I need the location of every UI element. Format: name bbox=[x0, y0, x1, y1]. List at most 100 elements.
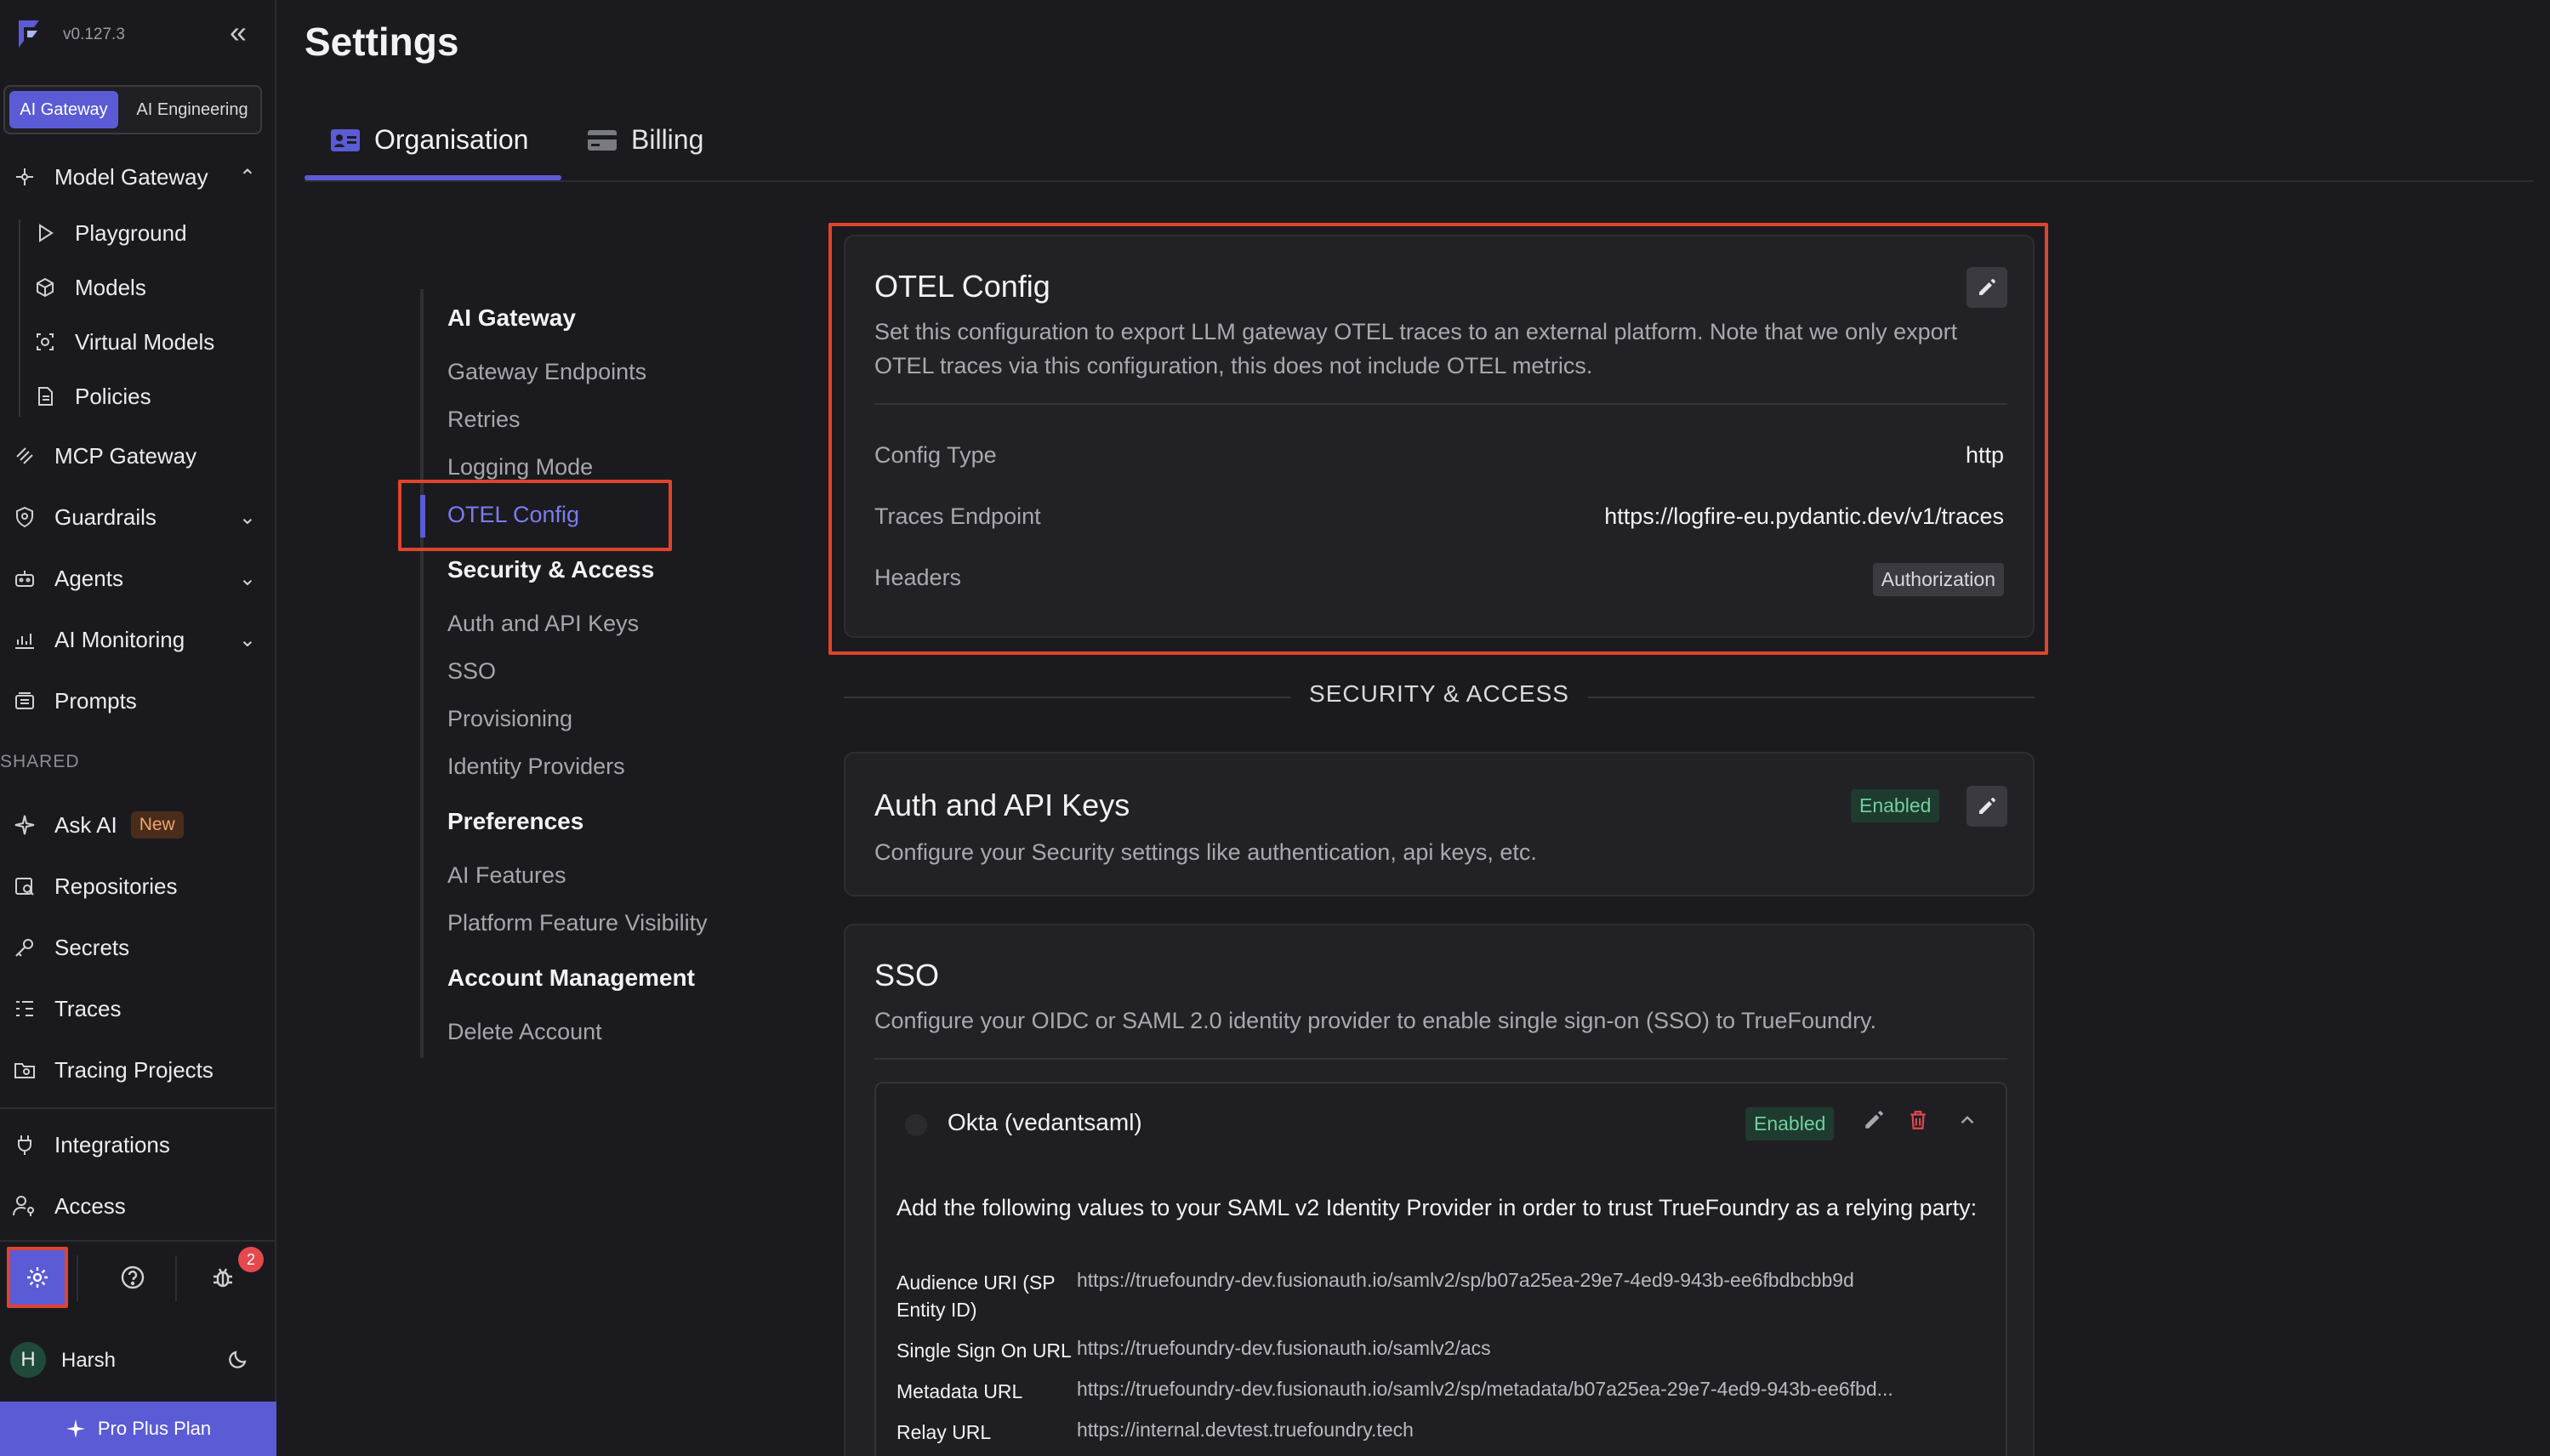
settings-nav-gateway-endpoints[interactable]: Gateway Endpoints bbox=[447, 359, 646, 385]
sidebar-item-playground[interactable]: Playground bbox=[0, 209, 276, 257]
avatar: H bbox=[10, 1342, 46, 1378]
card-description: Configure your Security settings like au… bbox=[874, 839, 1537, 865]
sidebar-item-access[interactable]: Access bbox=[0, 1182, 276, 1230]
sidebar-item-traces[interactable]: Traces bbox=[0, 985, 276, 1032]
sidebar-item-models[interactable]: Models bbox=[0, 264, 276, 311]
tab-label: Organisation bbox=[374, 124, 529, 155]
collapse-sidebar-icon[interactable]: « bbox=[230, 17, 247, 48]
settings-nav-platform-feature-visibility[interactable]: Platform Feature Visibility bbox=[447, 910, 708, 936]
virtual-model-icon bbox=[32, 329, 58, 355]
sso-url-value[interactable]: https://truefoundry-dev.fusionauth.io/sa… bbox=[1077, 1337, 1987, 1360]
chevron-up-icon[interactable]: ⌃ bbox=[239, 165, 256, 190]
sidebar-item-model-gateway[interactable]: Model Gateway ⌃ bbox=[0, 153, 276, 201]
sidebar-item-label: Secrets bbox=[54, 934, 130, 960]
settings-nav-heading-security-access[interactable]: Security & Access bbox=[447, 556, 654, 583]
config-type-value: http bbox=[1965, 442, 2004, 468]
sidebar-item-mcp-gateway[interactable]: MCP Gateway bbox=[0, 432, 276, 480]
settings-nav-ai-features[interactable]: AI Features bbox=[447, 862, 566, 889]
divider bbox=[175, 1255, 177, 1301]
delete-sso-button[interactable] bbox=[1907, 1109, 1929, 1135]
settings-button[interactable] bbox=[7, 1247, 68, 1308]
robot-icon bbox=[12, 566, 37, 591]
sidebar-item-policies[interactable]: Policies bbox=[0, 373, 276, 420]
section-divider-label: SECURITY & ACCESS bbox=[1290, 680, 1588, 707]
sidebar-item-integrations[interactable]: Integrations bbox=[0, 1121, 276, 1169]
sidebar-item-label: Agents bbox=[54, 565, 123, 591]
sidebar-item-tracing-projects[interactable]: Tracing Projects bbox=[0, 1046, 276, 1094]
gear-icon bbox=[27, 1267, 48, 1288]
sidebar-item-label: Repositories bbox=[54, 873, 178, 899]
sidebar-divider bbox=[0, 1240, 276, 1242]
folder-icon bbox=[12, 1057, 37, 1083]
moon-icon[interactable] bbox=[228, 1347, 250, 1374]
settings-nav-logging-mode[interactable]: Logging Mode bbox=[447, 454, 593, 481]
tab-organisation[interactable]: Organisation bbox=[330, 124, 528, 156]
mcp-icon bbox=[12, 443, 37, 469]
sidebar-item-guardrails[interactable]: Guardrails ⌄ bbox=[0, 493, 276, 541]
credit-card-icon bbox=[588, 129, 617, 151]
edit-otel-button[interactable] bbox=[1967, 267, 2007, 308]
sidebar-item-prompts[interactable]: Prompts bbox=[0, 677, 276, 725]
tab-label: Billing bbox=[631, 124, 704, 155]
chevron-up-icon[interactable] bbox=[1956, 1109, 1978, 1135]
settings-nav-provisioning[interactable]: Provisioning bbox=[447, 706, 572, 732]
play-icon bbox=[32, 220, 58, 246]
sso-provider-name: Okta (vedantsaml) bbox=[948, 1109, 1142, 1135]
metadata-url-label: Metadata URL bbox=[896, 1380, 1023, 1402]
pro-plus-plan-button[interactable]: Pro Plus Plan bbox=[0, 1402, 276, 1456]
status-badge: Enabled bbox=[1851, 789, 1940, 822]
user-profile[interactable]: H Harsh bbox=[0, 1335, 276, 1383]
cube-icon bbox=[32, 275, 58, 300]
sidebar-item-label: Ask AI bbox=[54, 811, 117, 838]
mode-tab-ai-engineering[interactable]: AI Engineering bbox=[124, 91, 260, 128]
metadata-url-value[interactable]: https://truefoundry-dev.fusionauth.io/sa… bbox=[1077, 1378, 1987, 1401]
audience-uri-value[interactable]: https://truefoundry-dev.fusionauth.io/sa… bbox=[1077, 1269, 1987, 1292]
sidebar-item-label: Models bbox=[75, 274, 146, 300]
sidebar-item-label: Guardrails bbox=[54, 503, 157, 530]
sidebar-item-label: Playground bbox=[75, 219, 187, 246]
mode-tab-ai-gateway[interactable]: AI Gateway bbox=[9, 91, 118, 128]
tab-billing[interactable]: Billing bbox=[587, 124, 703, 156]
settings-nav-heading-ai-gateway[interactable]: AI Gateway bbox=[447, 304, 576, 332]
truefoundry-logo-icon[interactable] bbox=[12, 17, 46, 51]
sidebar-item-ai-monitoring[interactable]: AI Monitoring ⌄ bbox=[0, 616, 276, 663]
sidebar-divider bbox=[0, 1107, 276, 1109]
divider bbox=[77, 1255, 78, 1301]
user-key-icon bbox=[12, 1193, 37, 1219]
trash-icon bbox=[1910, 1111, 1926, 1129]
sidebar-item-ask-ai[interactable]: Ask AI New bbox=[0, 801, 276, 849]
settings-nav-identity-providers[interactable]: Identity Providers bbox=[447, 754, 625, 780]
relay-url-value[interactable]: https://internal.devtest.truefoundry.tec… bbox=[1077, 1419, 1987, 1442]
settings-nav-delete-account[interactable]: Delete Account bbox=[447, 1019, 602, 1045]
card-description: Set this configuration to export LLM gat… bbox=[874, 319, 1958, 378]
chevron-down-icon[interactable]: ⌄ bbox=[239, 628, 256, 652]
pencil-icon bbox=[1979, 279, 1995, 295]
sidebar-item-label: Policies bbox=[75, 383, 151, 409]
provider-radio[interactable] bbox=[905, 1114, 927, 1136]
sidebar-item-repositories[interactable]: Repositories bbox=[0, 862, 276, 910]
settings-nav-sso[interactable]: SSO bbox=[447, 658, 496, 685]
audience-uri-label: Audience URI (SP Entity ID) bbox=[896, 1271, 1056, 1321]
notification-count-badge: 2 bbox=[238, 1247, 264, 1272]
edit-sso-button[interactable] bbox=[1863, 1109, 1885, 1135]
sidebar-item-secrets[interactable]: Secrets bbox=[0, 924, 276, 971]
chart-icon bbox=[12, 627, 37, 652]
settings-nav-heading-preferences[interactable]: Preferences bbox=[447, 808, 583, 835]
settings-nav-auth-api-keys[interactable]: Auth and API Keys bbox=[447, 611, 639, 637]
shared-section-label: SHARED bbox=[0, 752, 80, 771]
shield-icon bbox=[12, 504, 37, 530]
relay-url-label: Relay URL bbox=[896, 1421, 992, 1443]
edit-auth-button[interactable] bbox=[1967, 786, 2007, 827]
sso-instructions: Add the following values to your SAML v2… bbox=[896, 1195, 1978, 1220]
chevron-down-icon[interactable]: ⌄ bbox=[239, 505, 256, 530]
sidebar-item-agents[interactable]: Agents ⌄ bbox=[0, 555, 276, 602]
sidebar-item-label: Prompts bbox=[54, 687, 137, 714]
user-name: Harsh bbox=[61, 1349, 117, 1372]
help-button[interactable] bbox=[102, 1247, 163, 1308]
settings-nav-heading-account-management[interactable]: Account Management bbox=[447, 964, 695, 992]
sidebar-item-virtual-models[interactable]: Virtual Models bbox=[0, 318, 276, 366]
chevron-down-icon[interactable]: ⌄ bbox=[239, 566, 256, 591]
settings-nav-retries[interactable]: Retries bbox=[447, 407, 521, 433]
sparkle-icon bbox=[65, 1419, 85, 1438]
sso-card: SSO Configure your OIDC or SAML 2.0 iden… bbox=[844, 924, 2035, 1456]
